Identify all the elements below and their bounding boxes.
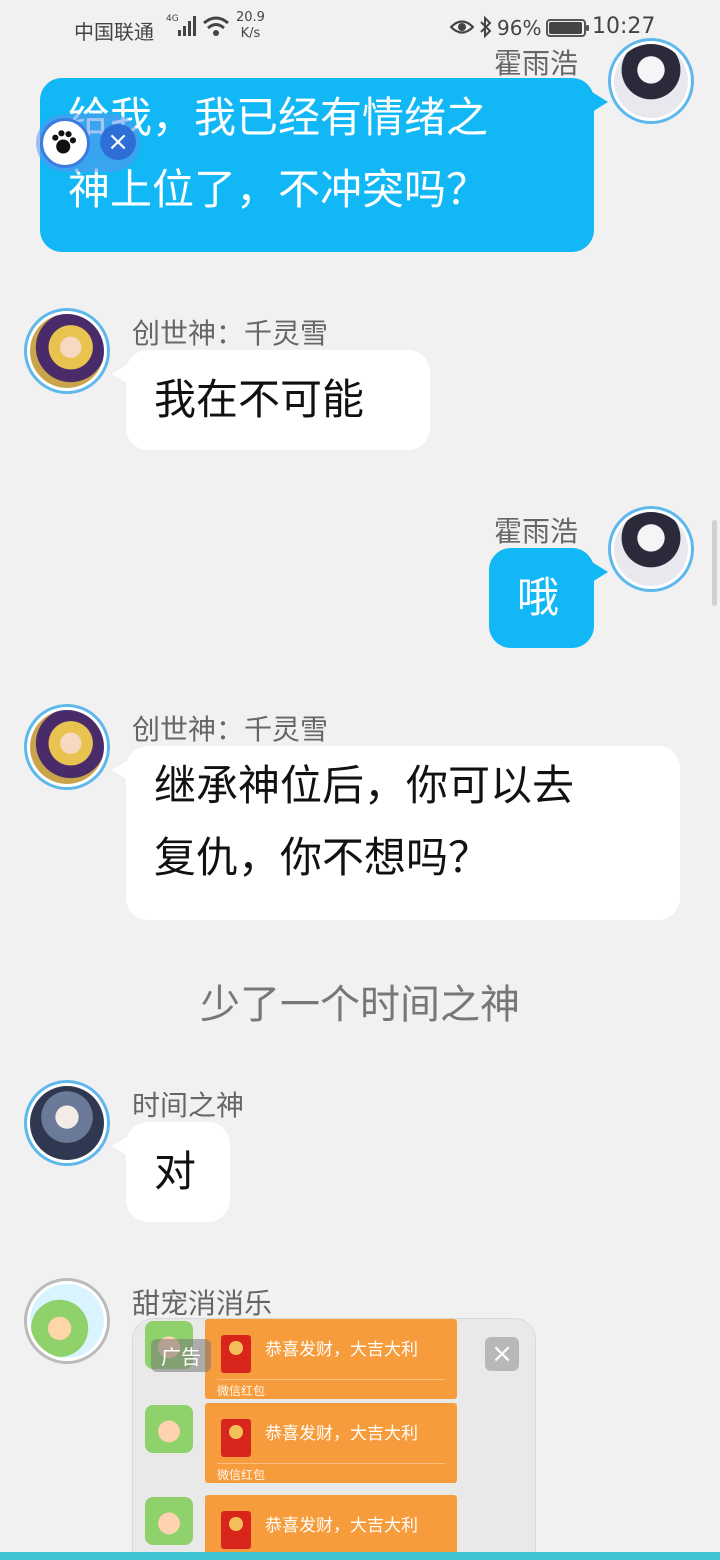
- eye-comfort-icon: [450, 20, 474, 34]
- sender-name: 霍雨浩: [494, 515, 579, 548]
- red-packet-title: 恭喜发财，大吉大利: [265, 1516, 418, 1536]
- avatar-time-god[interactable]: [24, 1080, 110, 1166]
- red-envelope-icon: [221, 1511, 251, 1549]
- speed-unit: K/s: [240, 26, 261, 41]
- message-line: 继承神位后，你可以去: [154, 761, 575, 810]
- sender-name: 甜宠消消乐: [132, 1287, 273, 1320]
- red-packet-subtitle: 微信红包: [217, 1379, 445, 1399]
- sender-name: 创世神：千灵雪: [132, 317, 329, 350]
- ad-card[interactable]: 恭喜发财，大吉大利 微信红包 恭喜发财，大吉大利 微信红包 恭喜发财，大吉大利 …: [132, 1318, 536, 1560]
- avatar-huo-yuhao[interactable]: [608, 38, 694, 124]
- narration-text: 少了一个时间之神: [200, 982, 520, 1028]
- message-line: 哦: [517, 573, 560, 622]
- network-type-label: 4G: [166, 14, 179, 24]
- speed-value: 20.9: [236, 10, 265, 25]
- red-envelope-icon: [221, 1419, 251, 1457]
- sender-name: 创世神：千灵雪: [132, 713, 329, 746]
- sender-name: 时间之神: [132, 1089, 245, 1122]
- carrier-label: 中国联通: [74, 20, 154, 44]
- game-app-icon: [145, 1497, 193, 1545]
- red-packet-title: 恭喜发财，大吉大利: [265, 1340, 418, 1360]
- avatar-qian-lingxue[interactable]: [24, 308, 110, 394]
- red-packet[interactable]: 恭喜发财，大吉大利 微信红包: [205, 1319, 457, 1399]
- sender-name: 霍雨浩: [494, 47, 579, 80]
- message-bubble-incoming[interactable]: 我在不可能: [112, 350, 430, 450]
- battery-icon: [546, 19, 589, 37]
- bottom-bar: [0, 1552, 720, 1560]
- ad-packet-row[interactable]: 恭喜发财，大吉大利 微信红包: [145, 1403, 465, 1483]
- clock: 10:27: [592, 14, 656, 39]
- red-packet[interactable]: 恭喜发财，大吉大利: [205, 1495, 457, 1560]
- message-bubble-incoming[interactable]: 继承神位后，你可以去 复仇，你不想吗？: [112, 746, 680, 920]
- red-envelope-icon: [221, 1335, 251, 1373]
- ad-packet-row[interactable]: 恭喜发财，大吉大利: [145, 1495, 465, 1560]
- signal-icon: 4G: [166, 14, 196, 36]
- message-bubble-outgoing[interactable]: 哦: [489, 548, 608, 648]
- red-packet-subtitle: 微信红包: [217, 1463, 445, 1483]
- game-app-icon: [145, 1405, 193, 1453]
- scrollbar[interactable]: [712, 520, 717, 606]
- close-widget-button[interactable]: ×: [100, 124, 136, 160]
- message-line: 对: [154, 1147, 197, 1196]
- avatar-game[interactable]: [24, 1278, 110, 1364]
- red-packet-title: 恭喜发财，大吉大利: [265, 1424, 418, 1444]
- message-line: 给我，我已经有情绪之: [68, 93, 489, 142]
- wifi-icon: [203, 16, 229, 36]
- avatar-qian-lingxue[interactable]: [24, 704, 110, 790]
- message-line: 复仇，你不想吗？: [154, 833, 491, 882]
- floating-assistant-widget[interactable]: ×: [36, 114, 140, 172]
- battery-percent: 96%: [497, 16, 542, 40]
- ad-close-button[interactable]: ×: [485, 1337, 519, 1371]
- network-speed: 20.9 K/s: [236, 10, 265, 42]
- message-line: 神上位了，不冲突吗？: [68, 165, 489, 214]
- message-line: 我在不可能: [154, 375, 365, 424]
- ad-label: 广告: [151, 1339, 211, 1372]
- bluetooth-icon: [480, 15, 492, 39]
- message-bubble-incoming[interactable]: 对: [112, 1122, 230, 1222]
- paw-icon[interactable]: [40, 118, 90, 168]
- red-packet[interactable]: 恭喜发财，大吉大利 微信红包: [205, 1403, 457, 1483]
- status-bar: 中国联通 4G 20.9 K/s 96% 10:27: [0, 0, 720, 56]
- avatar-huo-yuhao[interactable]: [608, 506, 694, 592]
